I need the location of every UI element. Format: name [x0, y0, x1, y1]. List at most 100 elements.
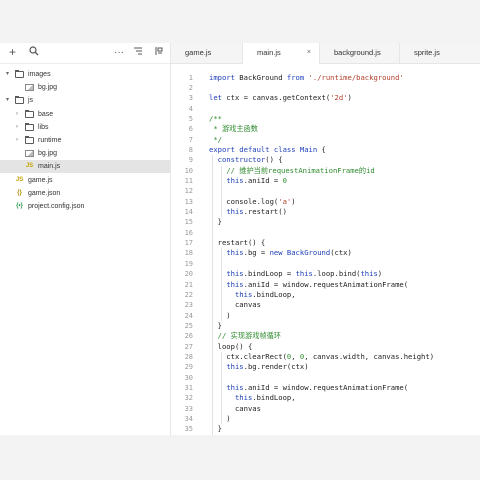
chevron-right-icon[interactable]: ›	[16, 121, 22, 134]
code-line[interactable]: }	[209, 424, 222, 434]
line-number: 31	[184, 384, 193, 392]
tree-item-label: bg.jpg	[38, 150, 58, 158]
close-icon[interactable]: ×	[307, 43, 311, 63]
chevron-right-icon[interactable]: ›	[16, 134, 22, 147]
code-token: this	[226, 362, 244, 372]
code-token: constructor	[217, 155, 266, 165]
code-token: .aniId =	[243, 176, 283, 185]
line-number: 14	[184, 208, 193, 217]
code-line[interactable]: }	[209, 217, 222, 227]
config-file-icon: {•}	[16, 203, 23, 209]
code-line[interactable]: this.aniId = window.requestAnimationFram…	[209, 280, 408, 290]
tree-item-project-config-json[interactable]: {•} project.config.json	[0, 200, 170, 213]
tree-item-game-json[interactable]: {} game.json	[0, 187, 170, 200]
line-number: 26	[184, 332, 193, 341]
ellipsis-icon[interactable]: ···	[114, 46, 124, 60]
code-line[interactable]: }	[209, 321, 222, 331]
code-token: )	[347, 93, 352, 103]
line-number: 12	[184, 187, 193, 196]
tree-item-bg-jpg[interactable]: bg.jpg	[0, 81, 170, 94]
tree-item-js[interactable]: ▾ js	[0, 94, 170, 107]
code-line[interactable]: this.aniId = window.requestAnimationFram…	[209, 383, 408, 393]
code-line[interactable]: loop() {	[209, 342, 253, 352]
code-line[interactable]: ctx.clearRect(0, 0, canvas.width, canvas…	[209, 352, 434, 362]
code-line[interactable]: * 游戏主函数	[209, 124, 258, 134]
code-token: this	[360, 269, 378, 279]
tree-item-libs[interactable]: › libs	[0, 121, 170, 134]
code-line[interactable]: import BackGround from './runtime/backgr…	[209, 73, 404, 83]
chevron-right-icon[interactable]: ›	[16, 108, 22, 121]
code-token: export default class	[209, 144, 296, 154]
line-number: 5	[188, 114, 193, 123]
code-token: .restart()	[243, 207, 287, 217]
code-line[interactable]: restart() {	[209, 238, 266, 248]
split-icon[interactable]	[153, 46, 163, 60]
indent-guide	[221, 351, 222, 425]
code-line[interactable]: canvas	[209, 404, 261, 414]
code-token: this	[226, 269, 244, 279]
json-file-icon: {}	[17, 189, 22, 196]
code-line[interactable]: constructor() {	[209, 155, 283, 165]
code-editor[interactable]: 1 import BackGround from './runtime/backg…	[171, 64, 480, 435]
code-token: from	[286, 72, 305, 82]
code-token: BackGround	[286, 248, 331, 258]
tab-game-js[interactable]: game.js	[171, 43, 243, 63]
folder-icon	[15, 96, 24, 105]
chevron-down-icon[interactable]: ▾	[6, 94, 12, 107]
line-number: 29	[184, 363, 193, 372]
code-line[interactable]: /**	[209, 114, 222, 124]
code-line[interactable]: this.bg = new BackGround(ctx)	[209, 248, 352, 258]
code-token: */	[209, 134, 222, 144]
code-line[interactable]: this.bg.render(ctx)	[209, 362, 308, 372]
code-line[interactable]: this.bindLoop = this.loop.bind(this)	[209, 269, 382, 279]
tab-background-js[interactable]: background.js	[320, 43, 400, 63]
sort-icon[interactable]	[133, 46, 143, 60]
code-token: ctx = canvas.getContext(	[221, 93, 331, 103]
indent-guide	[221, 165, 222, 218]
code-token: (ctx)	[330, 248, 352, 258]
search-icon[interactable]	[29, 46, 39, 60]
folder-icon	[15, 70, 24, 78]
code-line[interactable]: */	[209, 135, 222, 145]
tree-item-main-js[interactable]: JS main.js	[0, 160, 170, 174]
code-token: Main	[299, 144, 318, 154]
tree-item-label: main.js	[38, 163, 61, 171]
code-line[interactable]: let ctx = canvas.getContext('2d')	[209, 93, 352, 103]
code-token: new	[269, 248, 283, 258]
tree-item-game-js[interactable]: JS game.js	[0, 174, 170, 187]
tree-item-base[interactable]: › base	[0, 108, 170, 121]
line-number: 20	[184, 270, 193, 279]
folder-icon	[25, 122, 34, 131]
tab-sprite-js[interactable]: sprite.js	[400, 43, 480, 63]
tab-main-js[interactable]: main.js ×	[243, 43, 320, 64]
code-token: this	[226, 248, 244, 258]
plus-icon[interactable]: +	[9, 46, 16, 60]
folder-icon	[25, 109, 34, 118]
tree-item-label: base	[38, 110, 54, 118]
line-number: 18	[184, 249, 193, 258]
image-file-icon	[25, 150, 34, 158]
code-line[interactable]: canvas	[209, 300, 261, 310]
code-token: console.log(	[209, 196, 279, 206]
line-number: 27	[184, 342, 193, 351]
code-line[interactable]: // 实现游戏帧循环	[209, 331, 281, 341]
code-token: this	[226, 383, 244, 392]
line-number: 8	[188, 145, 193, 154]
tree-item-label: bg.jpg	[38, 84, 58, 92]
code-token: ,	[291, 351, 300, 361]
tree-item-bg-jpg[interactable]: bg.jpg	[0, 147, 170, 160]
tree-item-images[interactable]: ▾ images	[0, 68, 170, 81]
line-number: 34	[184, 415, 193, 424]
indent-guide	[212, 155, 213, 435]
code-line[interactable]: // 维护当前requestAnimationFrame的id	[209, 166, 374, 176]
tree-item-runtime[interactable]: › runtime	[0, 134, 170, 147]
code-token: }	[209, 217, 222, 227]
code-token: .aniId = window.requestAnimationFrame(	[243, 279, 409, 289]
line-number: 23	[184, 301, 193, 310]
code-line[interactable]: export default class Main {	[209, 145, 326, 155]
line-number: 4	[188, 104, 193, 113]
line-number: 11	[184, 177, 193, 185]
code-token: /**	[209, 113, 222, 123]
chevron-down-icon[interactable]: ▾	[6, 68, 12, 81]
